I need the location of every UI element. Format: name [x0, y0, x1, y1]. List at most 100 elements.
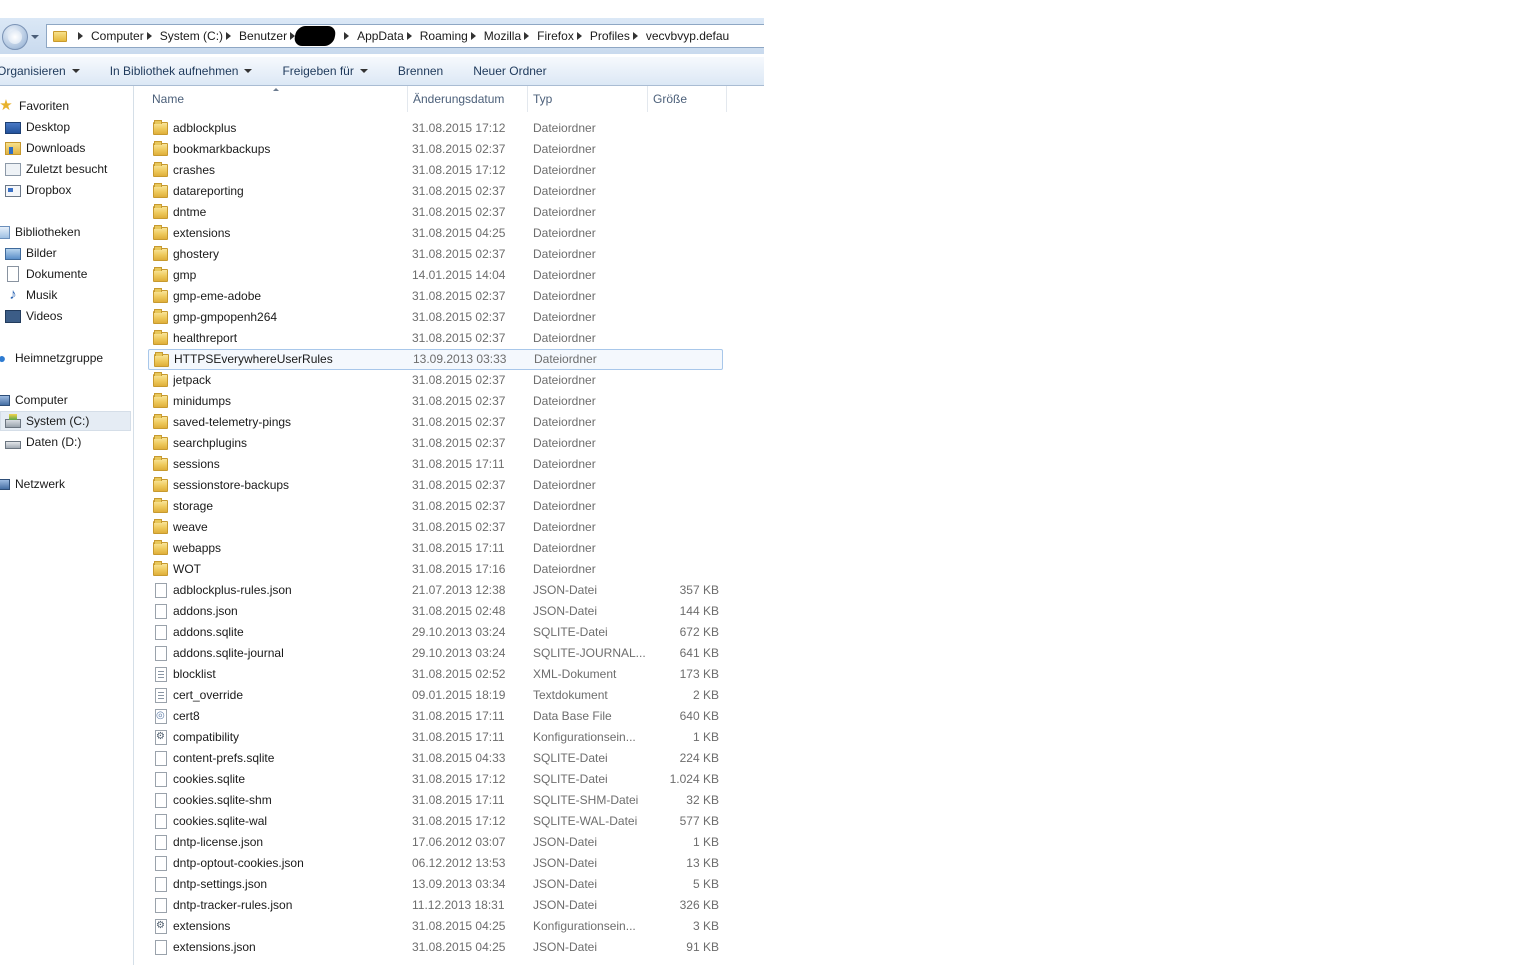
column-header-type[interactable]: Typ [527, 86, 648, 112]
folder-row[interactable]: WOT 31.08.2015 17:16 Dateiordner [148, 559, 723, 580]
file-modified-date: 31.08.2015 04:33 [412, 751, 506, 765]
folder-row[interactable]: extensions 31.08.2015 04:25 Dateiordner [148, 223, 723, 244]
column-header-modified[interactable]: Änderungsdatum [407, 86, 528, 112]
file-row[interactable]: addons.sqlite 29.10.2013 03:24 SQLITE-Date… [148, 622, 723, 643]
file-row[interactable]: addons.json 31.08.2015 02:48 JSON-Datei 144… [148, 601, 723, 622]
column-header-size[interactable]: Größe [647, 86, 727, 112]
folder-row[interactable]: dntme 31.08.2015 02:37 Dateiordner [148, 202, 723, 223]
nav-pictures[interactable]: Bilder [5, 243, 57, 263]
file-size [648, 286, 719, 307]
file-row[interactable]: extensions.json 31.08.2015 04:25 JSON-Date… [148, 937, 723, 958]
breadcrumb-computer[interactable]: Computer [91, 29, 144, 43]
nav-favorites[interactable]: ★ Favoriten [0, 96, 69, 116]
file-type: SQLITE-Datei [533, 751, 608, 765]
folder-row[interactable]: gmp-eme-adobe 31.08.2015 02:37 Dateiordner [148, 286, 723, 307]
folder-row[interactable]: searchplugins 31.08.2015 02:37 Dateiordner [148, 433, 723, 454]
chevron-right-icon[interactable] [78, 32, 83, 40]
file-modified-date: 31.08.2015 04:25 [412, 919, 506, 933]
breadcrumb-benutzer[interactable]: Benutzer [239, 29, 287, 43]
file-modified-date: 31.08.2015 17:16 [412, 562, 506, 576]
file-row[interactable]: cookies.sqlite-wal 31.08.2015 17:12 SQLITE… [148, 811, 723, 832]
nav-music[interactable]: ♪ Musik [5, 285, 57, 305]
file-row[interactable]: addons.sqlite-journal 29.10.2013 03:24 SQL… [148, 643, 723, 664]
folder-row[interactable]: gmp 14.01.2015 14:04 Dateiordner [148, 265, 723, 286]
folder-row[interactable]: crashes 31.08.2015 17:12 Dateiordner [148, 160, 723, 181]
share-with-menu[interactable]: Freigeben für [267, 57, 382, 85]
breadcrumb-system-c[interactable]: System (C:) [160, 29, 223, 43]
chevron-right-icon[interactable] [524, 32, 530, 40]
include-in-library-menu[interactable]: In Bibliothek aufnehmen [95, 57, 268, 85]
folder-row[interactable]: minidumps 31.08.2015 02:37 Dateiordner [148, 391, 723, 412]
chevron-right-icon[interactable] [226, 32, 232, 40]
nav-downloads[interactable]: Downloads [5, 138, 85, 158]
folder-row[interactable]: bookmarkbackups 31.08.2015 02:37 Dateiordn… [148, 139, 723, 160]
nav-documents[interactable]: Dokumente [5, 264, 87, 284]
nav-dropbox[interactable]: Dropbox [5, 180, 71, 200]
folder-row[interactable]: weave 31.08.2015 02:37 Dateiordner [148, 517, 723, 538]
file-modified-date: 13.09.2013 03:34 [412, 877, 506, 891]
folder-row[interactable]: jetpack 31.08.2015 02:37 Dateiordner [148, 370, 723, 391]
chevron-right-icon[interactable] [632, 32, 638, 40]
folder-row[interactable]: saved-telemetry-pings 31.08.2015 02:37 Dat… [148, 412, 723, 433]
nav-recent-places[interactable]: Zuletzt besucht [5, 159, 107, 179]
nav-drive-c[interactable]: System (C:) [0, 411, 131, 431]
file-row[interactable]: dntp-settings.json 13.09.2013 03:34 JSON-D… [148, 874, 723, 895]
file-type: Dateiordner [533, 163, 596, 177]
file-row[interactable]: extensions 31.08.2015 04:25 Konfigurations… [148, 916, 723, 937]
folder-row[interactable]: HTTPSEverywhereUserRules 13.09.2013 03:33… [148, 349, 723, 370]
pictures-icon [5, 248, 21, 260]
new-folder-button[interactable]: Neuer Ordner [458, 57, 561, 85]
file-row[interactable]: compatibility 31.08.2015 17:11 Konfigurati… [148, 727, 723, 748]
file-row[interactable]: dntp-tracker-rules.json 11.12.2013 18:31 J… [148, 895, 723, 916]
file-type: SQLITE-JOURNAL... [533, 646, 645, 660]
breadcrumb-roaming[interactable]: Roaming [420, 29, 468, 43]
breadcrumb-appdata[interactable]: AppData [357, 29, 404, 43]
file-name: datareporting [173, 184, 244, 198]
nav-videos[interactable]: Videos [5, 306, 62, 326]
chevron-right-icon[interactable] [470, 32, 476, 40]
breadcrumb-profile-folder[interactable]: vecvbvyp.defau [646, 29, 729, 43]
nav-drive-d[interactable]: Daten (D:) [5, 432, 81, 452]
chevron-right-icon[interactable] [146, 32, 152, 40]
chevron-right-icon[interactable] [576, 32, 582, 40]
folder-row[interactable]: sessionstore-backups 31.08.2015 02:37 Date… [148, 475, 723, 496]
folder-row[interactable]: adblockplus 31.08.2015 17:12 Dateiordner [148, 118, 723, 139]
burn-button[interactable]: Brennen [383, 57, 458, 85]
chevron-right-icon[interactable] [406, 32, 412, 40]
explorer-window: Computer System (C:) Benutzer AppData Ro… [0, 0, 764, 965]
folder-row[interactable]: storage 31.08.2015 02:37 Dateiordner [148, 496, 723, 517]
nav-computer[interactable]: Computer [0, 390, 68, 410]
nav-network[interactable]: Netzwerk [0, 474, 65, 494]
file-row[interactable]: blocklist 31.08.2015 02:52 XML-Dokument 173… [148, 664, 723, 685]
file-row[interactable]: cert_override 09.01.2015 18:19 Textdokumen… [148, 685, 723, 706]
file-size: 144 KB [679, 604, 719, 618]
file-row[interactable]: cookies.sqlite 31.08.2015 17:12 SQLITE-Dat… [148, 769, 723, 790]
folder-row[interactable]: gmp-gmpopenh264 31.08.2015 02:37 Dateiordn… [148, 307, 723, 328]
recent-pages-dropdown-icon[interactable] [31, 35, 39, 39]
file-row[interactable]: adblockplus-rules.json 21.07.2013 12:38 JS… [148, 580, 723, 601]
chevron-right-icon[interactable] [344, 32, 350, 40]
folder-row[interactable]: ghostery 31.08.2015 02:37 Dateiordner [148, 244, 723, 265]
file-row[interactable]: cookies.sqlite-shm 31.08.2015 17:11 SQLITE… [148, 790, 723, 811]
organize-menu[interactable]: Organisieren [0, 57, 95, 85]
folder-row[interactable]: datareporting 31.08.2015 02:37 Dateiordner [148, 181, 723, 202]
file-row[interactable]: content-prefs.sqlite 31.08.2015 04:33 SQLI… [148, 748, 723, 769]
hard-drive-icon [5, 441, 21, 449]
nav-desktop[interactable]: Desktop [5, 117, 70, 137]
nav-libraries[interactable]: Bibliotheken [0, 222, 80, 242]
breadcrumb[interactable]: Computer System (C:) Benutzer AppData Ro… [46, 24, 764, 48]
file-row[interactable]: dntp-optout-cookies.json 06.12.2012 13:53… [148, 853, 723, 874]
file-modified-date: 31.08.2015 02:37 [412, 310, 506, 324]
file-size [648, 517, 719, 538]
back-button[interactable] [2, 24, 28, 50]
breadcrumb-mozilla[interactable]: Mozilla [484, 29, 521, 43]
folder-row[interactable]: webapps 31.08.2015 17:11 Dateiordner [148, 538, 723, 559]
file-row[interactable]: cert8 31.08.2015 17:11 Data Base File 640 K… [148, 706, 723, 727]
nav-label: Bibliotheken [15, 225, 81, 239]
breadcrumb-profiles[interactable]: Profiles [590, 29, 630, 43]
folder-row[interactable]: healthreport 31.08.2015 02:37 Dateiordner [148, 328, 723, 349]
file-row[interactable]: dntp-license.json 17.06.2012 03:07 JSON-Da… [148, 832, 723, 853]
breadcrumb-firefox[interactable]: Firefox [537, 29, 574, 43]
nav-homegroup[interactable]: ● Heimnetzgruppe [0, 348, 103, 368]
folder-row[interactable]: sessions 31.08.2015 17:11 Dateiordner [148, 454, 723, 475]
